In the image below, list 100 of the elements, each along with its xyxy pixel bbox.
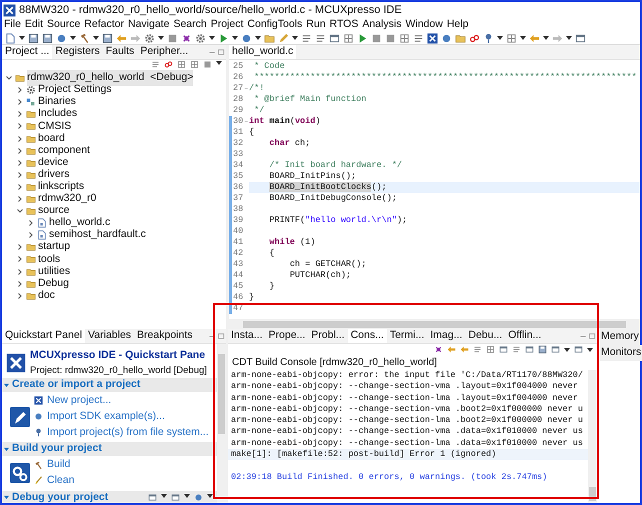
circle-icon[interactable] [241, 32, 252, 44]
tab[interactable]: Registers [52, 45, 103, 59]
window-icon[interactable] [171, 493, 180, 502]
chevron-right-icon[interactable] [16, 134, 24, 143]
chevron-right-icon[interactable] [16, 98, 24, 106]
quickstart-link[interactable]: Clean [47, 473, 74, 489]
maximize-icon[interactable] [217, 332, 226, 340]
caret-icon[interactable] [161, 493, 167, 500]
quickstart-link[interactable]: New project... [47, 393, 112, 409]
lines-icon[interactable] [473, 345, 482, 354]
chevron-right-icon[interactable] [27, 231, 35, 240]
tab[interactable]: Cons... [348, 329, 387, 343]
chevron-right-icon[interactable] [16, 280, 24, 288]
menu-item[interactable]: Help [446, 17, 468, 33]
chevron-right-icon[interactable] [16, 194, 24, 203]
vertical-scrollbar[interactable] [588, 370, 597, 503]
play-icon[interactable] [218, 32, 229, 44]
square-icon[interactable] [385, 32, 396, 44]
chevron-right-icon[interactable] [16, 122, 24, 130]
tab[interactable]: Quickstart Panel [2, 329, 86, 343]
caret-icon[interactable] [19, 35, 25, 41]
menu-item[interactable]: File [4, 17, 21, 33]
chevron-right-icon[interactable] [16, 182, 24, 191]
circle-icon[interactable] [56, 32, 67, 44]
menu-item[interactable]: Run [306, 17, 326, 33]
quickstart-link[interactable]: Import SDK example(s)... [47, 408, 165, 424]
caret-icon[interactable] [564, 346, 570, 352]
hammer-icon[interactable] [79, 32, 90, 44]
chevron-right-icon[interactable] [16, 170, 24, 179]
grid-icon[interactable] [399, 32, 410, 44]
pin-icon[interactable] [34, 428, 43, 437]
menu-item[interactable]: RTOS [330, 17, 358, 33]
cross-icon[interactable] [181, 32, 192, 44]
pin-icon[interactable] [483, 32, 494, 44]
chain-icon[interactable] [469, 32, 480, 44]
caret-icon[interactable] [209, 35, 215, 41]
caret-icon[interactable] [255, 35, 261, 41]
tab[interactable]: Peripher... [137, 45, 192, 59]
section-header[interactable]: Build your project [2, 442, 217, 456]
window-icon[interactable] [148, 493, 157, 502]
lines-icon[interactable] [413, 32, 424, 44]
grid-icon[interactable] [486, 345, 495, 354]
vertical-scrollbar[interactable] [217, 344, 226, 503]
hammer-icon[interactable] [34, 460, 43, 470]
menu-item[interactable]: Navigate [128, 17, 170, 33]
chevron-right-icon[interactable] [16, 243, 24, 252]
tab[interactable]: Memory [600, 329, 640, 345]
chevron-down-icon[interactable] [5, 74, 13, 82]
caret-icon[interactable] [158, 35, 164, 41]
scrollbar-thumb[interactable] [243, 320, 626, 328]
caret-icon[interactable] [292, 35, 298, 41]
menu-item[interactable]: Source [47, 17, 80, 33]
window-icon[interactable] [575, 32, 586, 44]
caret-icon[interactable] [497, 35, 503, 41]
caret-icon[interactable] [566, 35, 572, 41]
quickstart-link[interactable]: Build [47, 457, 70, 473]
caret-icon[interactable] [520, 35, 526, 41]
tab[interactable]: Termi... [386, 329, 428, 343]
lines-icon[interactable] [315, 32, 326, 44]
menu-item[interactable]: Refactor [84, 17, 124, 33]
square-icon[interactable] [371, 32, 382, 44]
tab[interactable]: Monitors [600, 344, 642, 360]
tab[interactable]: Probl... [308, 329, 348, 343]
chevron-right-icon[interactable] [16, 110, 24, 118]
chevron-right-icon[interactable] [16, 158, 24, 167]
chain-icon[interactable] [164, 60, 173, 69]
section-header[interactable]: Debug your project [2, 490, 217, 503]
caret-icon[interactable] [184, 493, 190, 500]
lines-icon[interactable] [151, 60, 160, 69]
chevron-down-icon[interactable] [16, 207, 24, 216]
tab[interactable]: hello_world.c [229, 45, 296, 59]
menu-item[interactable]: ConfigTools [247, 17, 302, 33]
gear-icon[interactable] [144, 32, 155, 44]
tab[interactable]: Insta... [228, 329, 266, 343]
caret-icon[interactable] [207, 493, 213, 500]
section-header[interactable]: Create or import a project [2, 378, 217, 392]
circle-icon[interactable] [441, 32, 452, 44]
menu-item[interactable]: Project [210, 17, 244, 33]
horizontal-scrollbar[interactable] [229, 319, 640, 329]
tab[interactable]: Variables [85, 329, 134, 343]
grid-icon[interactable] [190, 60, 199, 69]
cross-icon[interactable] [434, 345, 443, 354]
circle-icon[interactable] [194, 493, 203, 502]
tab[interactable]: Offlin... [505, 329, 544, 343]
caret-icon[interactable] [543, 35, 549, 41]
grid-icon[interactable] [343, 32, 354, 44]
maximize-icon[interactable] [588, 332, 597, 340]
maximize-icon[interactable] [217, 48, 226, 56]
chevron-right-icon[interactable] [27, 219, 35, 228]
window-icon[interactable] [525, 345, 534, 354]
quickstart-link[interactable]: Import project(s) from file system... [47, 424, 209, 440]
brush-icon[interactable] [34, 476, 43, 486]
window-icon[interactable] [574, 345, 583, 354]
x-logo-icon[interactable] [34, 396, 43, 406]
square-icon[interactable] [203, 60, 212, 69]
lines-icon[interactable] [512, 345, 521, 354]
lines-icon[interactable] [301, 32, 312, 44]
window-icon[interactable] [499, 345, 508, 354]
caret-icon[interactable] [70, 35, 76, 41]
tab[interactable]: Imag... [427, 329, 466, 343]
